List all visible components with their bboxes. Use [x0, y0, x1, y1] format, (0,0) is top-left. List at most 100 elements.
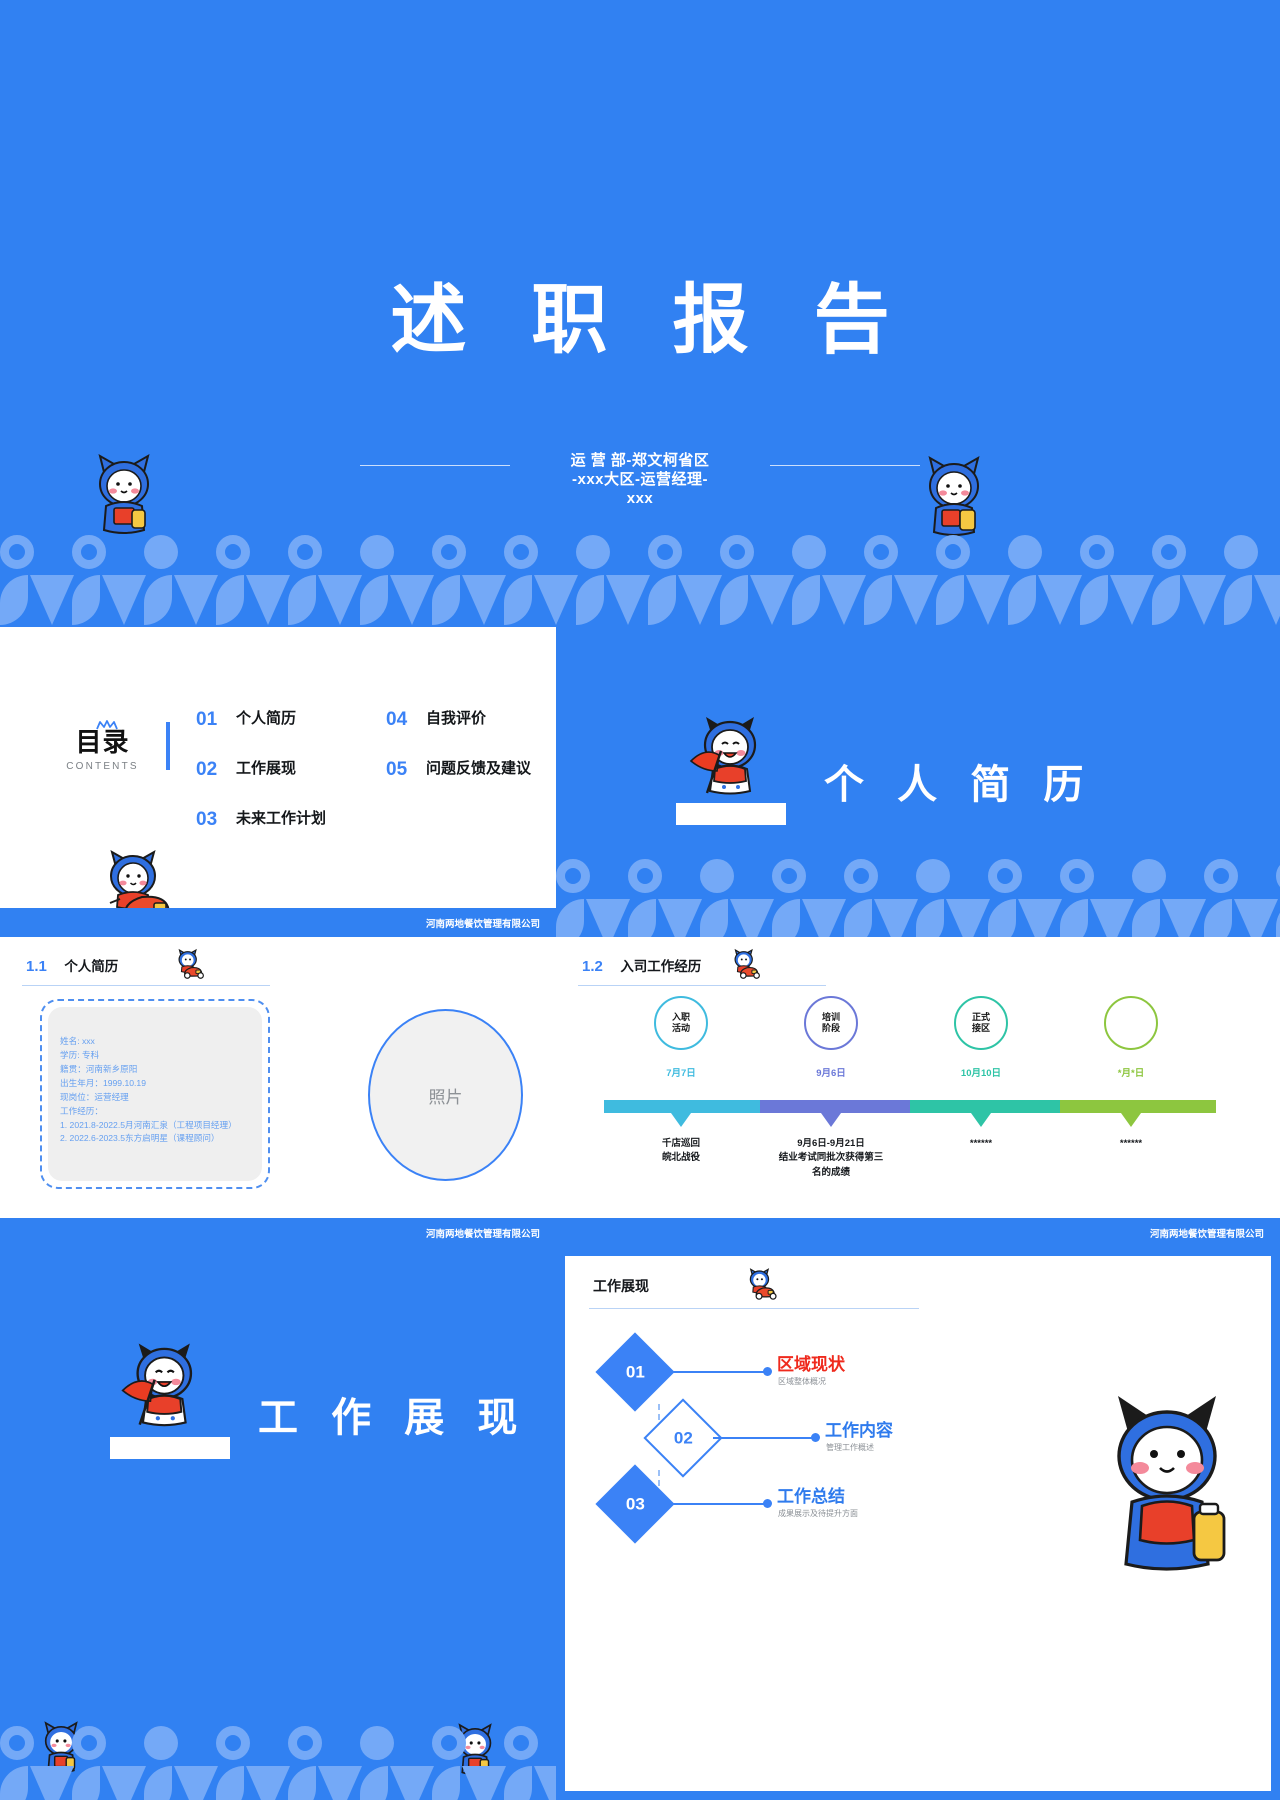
decor-circle: [288, 535, 322, 569]
timeline-segment-3: [910, 1100, 1060, 1113]
work-item-diamond-01[interactable]: 01: [595, 1332, 675, 1412]
decor-leaf: [504, 575, 532, 625]
decor-leaf: [1132, 899, 1160, 937]
decor-circle: [792, 535, 826, 569]
decor-leaf: [216, 1766, 244, 1800]
mascot-scooter-small-1: [174, 943, 210, 988]
timeline-caption-4: ******: [1119, 1138, 1143, 1149]
decor-triangle: [946, 899, 990, 937]
decor-triangle: [534, 575, 578, 625]
decor-leaf: [628, 899, 656, 937]
work-item-diamond-02[interactable]: 02: [643, 1398, 723, 1478]
subtitle-line-3: xxx: [626, 489, 654, 507]
heading-number: 1.1: [26, 958, 47, 975]
toc-number: 01: [196, 709, 218, 730]
decor-circle: [576, 535, 610, 569]
timeline-node-1: 入职 活动: [654, 996, 708, 1050]
decor-triangle: [462, 575, 506, 625]
work-connector-dot-02: [811, 1433, 820, 1442]
decor-circle: [1276, 859, 1280, 893]
section-title-work: 工 作 展 现: [258, 1396, 529, 1440]
work-connector-dot-03: [763, 1499, 772, 1508]
decor-leaf: [556, 899, 584, 937]
decor-circle: [720, 535, 754, 569]
work-item-subtitle-02: 管理工作概述: [826, 1443, 874, 1452]
decor-leaf: [1008, 575, 1036, 625]
title-subtitle-wrap: 运 营 部-郑文柯省区 -xxx大区-运营经理- xxx: [0, 452, 1280, 508]
decor-circle: [1080, 535, 1114, 569]
decor-leaf: [792, 575, 820, 625]
toc-number: 02: [196, 759, 218, 780]
decor-triangle: [678, 575, 722, 625]
decor-triangle: [1182, 575, 1226, 625]
decor-triangle: [30, 1766, 74, 1800]
decor-circle: [628, 859, 662, 893]
decor-circle: [700, 859, 734, 893]
timeline-arrow-1: [671, 1113, 691, 1127]
toc-item-02[interactable]: 02 工作展现: [196, 759, 376, 781]
decor-leaf: [1080, 575, 1108, 625]
toc-item-01[interactable]: 01 个人简历: [196, 709, 376, 731]
decor-triangle: [30, 575, 74, 625]
work-connector-02: [713, 1437, 817, 1439]
decor-triangle: [966, 575, 1010, 625]
decor-circle: [216, 535, 250, 569]
decor-leaf: [360, 1766, 388, 1800]
footer-company-name-last: 河南两地餐饮管理有限公司: [1145, 1773, 1260, 1784]
decor-leaf: [1060, 899, 1088, 937]
decor-leaf: [144, 1766, 172, 1800]
toc-column-left: 01 个人简历 02 工作展现 03 未来工作计划: [196, 709, 376, 859]
work-item-number: 01: [625, 1361, 645, 1381]
decor-circle: [1224, 535, 1258, 569]
decor-pattern-title: [0, 527, 1280, 627]
decor-circle: [648, 535, 682, 569]
page-title: 述 职 报 告: [390, 278, 912, 363]
decor-circle: [772, 859, 806, 893]
decor-leaf: [216, 575, 244, 625]
work-item-title-01: 区域现状: [777, 1355, 845, 1374]
toc-label-text: 自我评价: [426, 710, 487, 727]
timeline-segment-4: [1060, 1100, 1216, 1113]
decor-triangle: [1234, 899, 1278, 937]
toc-item-05[interactable]: 05 问题反馈及建议: [386, 759, 556, 781]
slide-heading-1-2: 1.2 入司工作经历: [582, 955, 701, 976]
decor-leaf: [864, 575, 892, 625]
decor-circle: [916, 859, 950, 893]
work-item-diamond-03[interactable]: 03: [595, 1464, 675, 1544]
decor-triangle: [102, 1766, 146, 1800]
timeline-segment-1: [604, 1100, 760, 1113]
decor-triangle: [802, 899, 846, 937]
photo-placeholder-label: 照片: [428, 1087, 463, 1107]
decor-triangle: [1038, 575, 1082, 625]
subtitle-line-2: -xxx大区-运营经理-: [571, 470, 708, 488]
timeline-segment-2: [760, 1100, 910, 1113]
work-item-number: 03: [625, 1493, 645, 1513]
toc-item-04[interactable]: 04 自我评价: [386, 709, 556, 731]
decor-leaf: [1204, 899, 1232, 937]
toc-item-03[interactable]: 03 未来工作计划: [196, 809, 376, 831]
mascot-scooter-small-2: [730, 943, 766, 988]
toc-divider: [166, 722, 170, 770]
slide-section-cover-work: 工 作 展 现: [0, 1247, 556, 1800]
decor-triangle: [246, 1766, 290, 1800]
decor-leaf: [72, 575, 100, 625]
toc-number: 03: [196, 809, 218, 830]
decor-triangle: [1254, 575, 1280, 625]
decor-circle: [1152, 535, 1186, 569]
toc-label: 目录 CONTENTS: [50, 722, 155, 772]
slide-table-of-contents: 目录 CONTENTS 01 个人简历 02 工作展现 03 未来工作计划 04…: [0, 627, 556, 937]
mascot-large-right: [1086, 1384, 1261, 1589]
mascot-flag: [681, 709, 786, 819]
decor-triangle: [750, 575, 794, 625]
toc-label-text: 问题反馈及建议: [426, 760, 532, 777]
decor-leaf: [288, 1766, 316, 1800]
decor-circle: [1132, 859, 1166, 893]
decor-leaf: [772, 899, 800, 937]
mascot-flag-2: [112, 1335, 224, 1452]
subtitle-line-1: 运 营 部-郑文柯省区: [570, 452, 710, 469]
mascot-scooter-small-3: [745, 1262, 783, 1309]
decor-triangle: [174, 575, 218, 625]
resume-info-box: 姓名: xxx 学历: 专科 籍贯：河南新乡原阳 出生年月：1999.10.19…: [40, 999, 270, 1189]
decor-leaf: [700, 899, 728, 937]
footer-bar-toc: 河南两地餐饮管理有限公司: [0, 908, 556, 937]
